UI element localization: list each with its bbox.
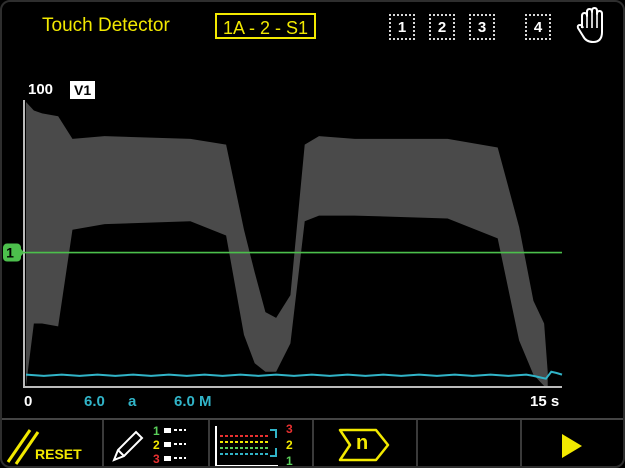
threshold-marker-label: 1 bbox=[6, 245, 14, 261]
trace-stack-num-2: 2 bbox=[286, 438, 293, 452]
n-button-label: n bbox=[356, 432, 369, 454]
trace-stack-icon bbox=[215, 426, 278, 466]
bottom-toolbar: RESET 1 2 3 3 2 1 n bbox=[2, 418, 623, 468]
channel-list-button[interactable]: 1 2 3 bbox=[104, 420, 210, 466]
n-button[interactable]: n bbox=[314, 420, 418, 466]
waveform-chart[interactable]: 1 bbox=[2, 60, 625, 420]
trace-badge: V1 bbox=[70, 81, 96, 99]
device-screen: Touch Detector 1A - 2 - S1 1 2 3 4 1 100… bbox=[0, 0, 625, 468]
trace-stack-button[interactable]: 3 2 1 bbox=[210, 420, 314, 468]
readout-1-value: 6.0 bbox=[84, 393, 105, 410]
channel-list-num-3: 3 bbox=[153, 452, 160, 466]
trace-stack-num-3: 3 bbox=[286, 422, 293, 436]
threshold-marker[interactable]: 1 bbox=[3, 243, 24, 262]
page-title: Touch Detector bbox=[42, 15, 170, 36]
slot-1-button[interactable]: 1 bbox=[389, 14, 415, 40]
channel-selector[interactable]: 1A - 2 - S1 bbox=[215, 13, 317, 39]
channel-list-num-2: 2 bbox=[153, 438, 160, 452]
readout-2-value: 6.0 M bbox=[174, 393, 212, 410]
play-button[interactable] bbox=[522, 420, 623, 466]
empty-softkey[interactable] bbox=[418, 420, 522, 466]
slot-2-button[interactable]: 2 bbox=[429, 14, 455, 40]
reset-label: RESET bbox=[35, 446, 82, 462]
hand-icon[interactable] bbox=[574, 6, 610, 46]
slot-3-button[interactable]: 3 bbox=[469, 14, 495, 40]
reset-button[interactable]: RESET bbox=[2, 420, 104, 466]
baseline-trace bbox=[25, 370, 563, 380]
channel-list-icon bbox=[164, 428, 186, 461]
y-max-label: 100 bbox=[28, 81, 54, 98]
probe-pen-icon bbox=[112, 430, 144, 462]
header: Touch Detector 1A - 2 - S1 1 2 3 4 bbox=[2, 2, 623, 52]
signal-band bbox=[26, 102, 548, 386]
slot-4-button[interactable]: 4 bbox=[525, 14, 551, 40]
trace-stack-num-1: 1 bbox=[286, 454, 293, 468]
x-start-label: 0 bbox=[24, 393, 33, 410]
channel-list-num-1: 1 bbox=[153, 424, 160, 438]
x-end-label: 15 s bbox=[530, 393, 560, 410]
readout-1-unit: a bbox=[128, 393, 137, 410]
play-icon bbox=[562, 434, 582, 458]
